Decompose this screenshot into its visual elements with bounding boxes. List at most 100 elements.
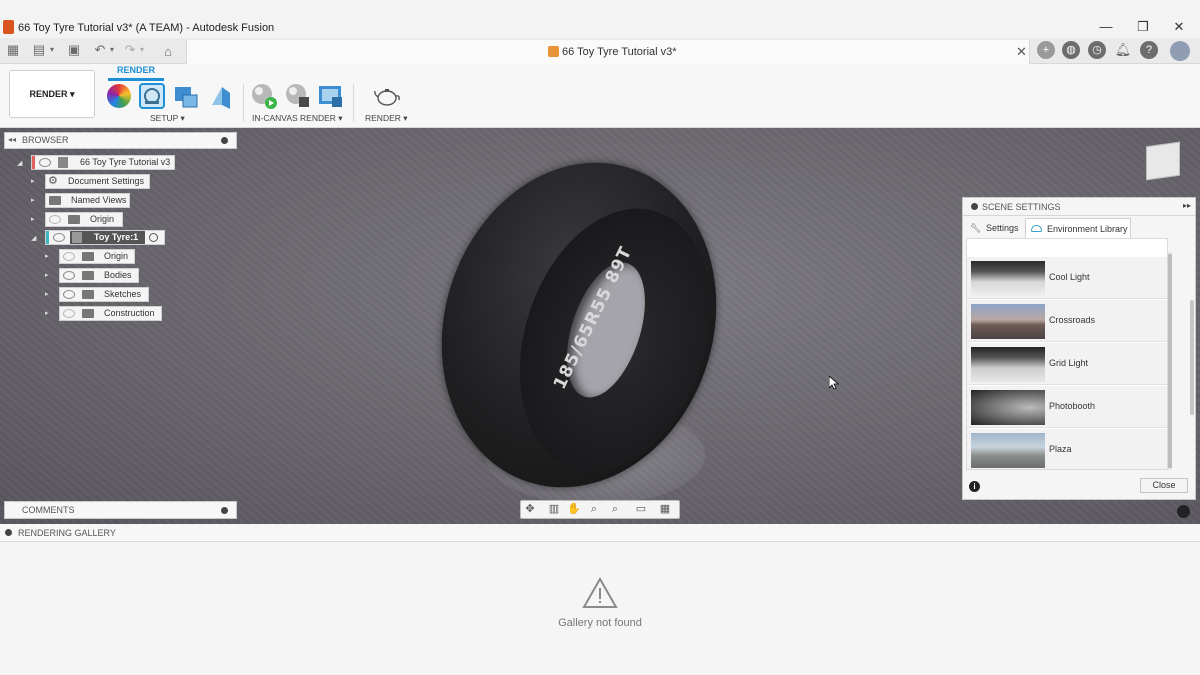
close-window-button[interactable]: ✕ [1170, 18, 1188, 36]
decal-icon[interactable] [173, 83, 199, 109]
maximize-button[interactable]: ❐ [1134, 18, 1152, 36]
expand-arrow-icon[interactable]: ◢ [17, 159, 22, 167]
in-canvas-group-label[interactable]: IN-CANVAS RENDER ▾ [252, 113, 343, 124]
expand-arrow-icon[interactable]: ▸ [45, 309, 49, 317]
expand-arrow-icon[interactable]: ▸ [31, 196, 35, 204]
expand-arrow-icon[interactable]: ▸ [45, 271, 49, 279]
home-icon[interactable]: ⌂ [160, 44, 176, 60]
user-avatar[interactable] [1170, 41, 1190, 61]
browser-child-origin[interactable]: Origin [59, 249, 135, 264]
rendering-gallery-header[interactable] [0, 524, 1200, 542]
tab-settings[interactable]: 🔧︎ Settings [966, 218, 1024, 238]
panel-scrollbar[interactable] [1190, 300, 1194, 415]
fusion-logo-icon [3, 20, 14, 34]
capture-image-icon[interactable] [318, 83, 344, 109]
collapse-icon[interactable]: ◂◂ [8, 135, 16, 144]
save-icon[interactable]: ▣ [66, 42, 82, 58]
in-canvas-settings-icon[interactable] [285, 83, 311, 109]
grid-settings-icon[interactable]: ▦ [658, 503, 672, 516]
expand-panel-icon[interactable]: ▸▸ [1183, 201, 1191, 210]
close-tab-button[interactable]: ✕ [1016, 44, 1027, 60]
root-label: 66 Toy Tyre Tutorial v3 [80, 157, 171, 167]
cool-light-thumbnail [971, 261, 1045, 296]
folder-icon [82, 290, 94, 299]
eye-hidden-icon[interactable] [63, 309, 75, 318]
browser-child-bodies[interactable]: Bodies [59, 268, 139, 283]
in-canvas-render-icon[interactable] [251, 83, 277, 109]
list-item[interactable]: Photobooth [967, 386, 1167, 428]
pin-icon[interactable] [221, 137, 228, 144]
expand-arrow-icon[interactable]: ▸ [31, 215, 35, 223]
minimize-button[interactable]: — [1097, 18, 1115, 36]
browser-title: BROWSER [22, 135, 69, 145]
browser-item-origin[interactable]: Origin [45, 212, 123, 227]
appearance-icon[interactable] [107, 84, 131, 108]
eye-hidden-icon[interactable] [63, 252, 75, 261]
list-item[interactable]: Plaza [967, 429, 1167, 469]
tab-label: Settings [986, 223, 1019, 233]
browser-child-sketches[interactable]: Sketches [59, 287, 149, 302]
look-at-icon[interactable]: ▥ [547, 503, 561, 516]
job-status-icon[interactable]: ◷ [1088, 41, 1106, 59]
help-icon[interactable]: ? [1140, 41, 1158, 59]
eye-icon[interactable] [53, 233, 65, 242]
mouse-cursor-icon [828, 375, 840, 393]
activate-radio-icon[interactable] [149, 233, 158, 242]
add-comment-icon[interactable] [221, 507, 228, 514]
orbit-icon[interactable]: ✥ [523, 503, 537, 516]
ribbon-separator [353, 84, 354, 122]
tab-label: Environment Library [1047, 224, 1128, 234]
chevron-down-icon[interactable]: ▾ [44, 42, 60, 58]
expand-arrow-icon[interactable]: ▸ [45, 252, 49, 260]
collapse-dot-icon[interactable] [5, 529, 12, 536]
new-tab-icon[interactable]: + [1037, 41, 1055, 59]
display-settings-icon[interactable]: ▭ [634, 503, 648, 516]
browser-component-node[interactable]: Toy Tyre:1 [45, 230, 165, 245]
tab-render[interactable]: RENDER [108, 65, 164, 81]
folder-icon [82, 271, 94, 280]
browser-root-node[interactable]: 66 Toy Tyre Tutorial v3 [31, 155, 175, 170]
extensions-icon[interactable]: ◍ [1062, 41, 1080, 59]
chevron-down-icon[interactable]: ▾ [104, 42, 120, 58]
info-icon[interactable]: i [969, 481, 980, 492]
eye-icon[interactable] [63, 290, 75, 299]
tab-environment-library[interactable]: Environment Library [1025, 218, 1131, 238]
list-item[interactable]: Cool Light [967, 257, 1167, 299]
pan-icon[interactable]: ✋ [567, 503, 581, 516]
list-item[interactable]: Grid Light [967, 343, 1167, 385]
browser-child-construction[interactable]: Construction [59, 306, 162, 321]
eye-icon[interactable] [39, 158, 51, 167]
folder-icon [68, 215, 80, 224]
environment-scrollbar[interactable] [1168, 254, 1172, 468]
chevron-down-icon[interactable]: ▾ [134, 42, 150, 58]
grid-light-thumbnail [971, 347, 1045, 382]
gallery-empty-message: Gallery not found [558, 617, 642, 629]
teapot-render-icon[interactable] [373, 83, 400, 109]
apps-grid-icon[interactable]: ▦ [5, 42, 21, 58]
list-item[interactable]: Crossroads [967, 300, 1167, 342]
browser-item-label: Construction [104, 308, 155, 318]
expand-arrow-icon[interactable]: ▸ [31, 177, 35, 185]
close-button[interactable]: Close [1140, 478, 1188, 493]
expand-arrow-icon[interactable]: ◢ [31, 234, 36, 242]
view-cube[interactable] [1146, 141, 1180, 181]
workspace-switcher[interactable]: RENDER ▾ [9, 70, 95, 118]
expand-arrow-icon[interactable]: ▸ [45, 290, 49, 298]
crossroads-thumbnail [971, 304, 1045, 339]
setup-group-label[interactable]: SETUP ▾ [150, 113, 185, 124]
browser-item-document-settings[interactable]: ⚙ Document Settings [45, 174, 150, 189]
notifications-icon[interactable]: 🔔︎ [1114, 41, 1132, 59]
browser-item-named-views[interactable]: Named Views [45, 193, 130, 208]
texture-map-icon[interactable] [208, 83, 234, 109]
chat-icon[interactable] [1177, 505, 1190, 518]
fit-icon[interactable]: ⌕ [608, 503, 622, 516]
zoom-icon[interactable]: ⌕ [587, 503, 601, 516]
scene-settings-icon[interactable] [139, 83, 165, 109]
collapse-dot-icon[interactable] [971, 203, 978, 210]
window-title: 66 Toy Tyre Tutorial v3* (A TEAM) - Auto… [18, 22, 275, 34]
eye-icon[interactable] [63, 271, 75, 280]
cloud-icon [1031, 225, 1042, 232]
component-label: Toy Tyre:1 [94, 232, 139, 242]
eye-hidden-icon[interactable] [49, 215, 61, 224]
render-group-label[interactable]: RENDER ▾ [365, 113, 408, 124]
